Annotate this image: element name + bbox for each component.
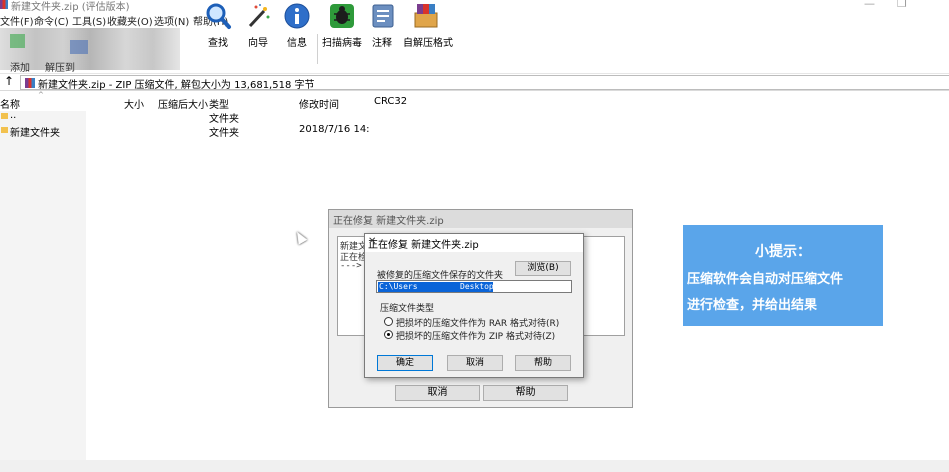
virus-scan-icon — [330, 4, 354, 28]
column-packed-size[interactable]: 压缩后大小 — [158, 96, 208, 111]
menu-file[interactable]: 文件(F) — [0, 13, 34, 28]
ok-button[interactable]: 确定 — [377, 355, 433, 371]
repair-progress-titlebar: 正在修复 新建文件夹.zip — [329, 210, 632, 228]
toolbar-add-label[interactable]: 添加 — [10, 59, 30, 74]
folder-icon — [1, 127, 8, 133]
wizard-icon — [248, 4, 270, 28]
menu-favorites[interactable]: 收藏夹(O) — [107, 13, 153, 28]
menu-bar: 文件(F) 命令(C) 工具(S) 收藏夹(O) 选项(N) 帮助(H) — [0, 12, 949, 28]
archive-path: 新建文件夹.zip - ZIP 压缩文件, 解包大小为 13,681,518 字… — [38, 80, 315, 91]
wizard-button[interactable]: 向导 — [243, 2, 273, 49]
cancel-button[interactable]: 取消 — [447, 355, 503, 371]
tip-overlay: 小提示： 压缩软件会自动对压缩文件 进行检查，并给出结果 — [683, 225, 883, 326]
info-button[interactable]: 信息 — [282, 2, 312, 49]
comment-button[interactable]: 注释 — [369, 2, 395, 49]
path-selection: C:\Users Desktop — [378, 282, 494, 292]
up-arrow-icon[interactable]: ↑ — [4, 74, 14, 88]
list-item[interactable]: .. 文件夹 — [0, 110, 949, 125]
sfx-icon — [414, 4, 438, 28]
menu-tools[interactable]: 工具(S) — [72, 13, 106, 28]
tip-title: 小提示： — [755, 244, 811, 260]
toolbar-separator — [317, 34, 318, 64]
blurred-extract-icon — [70, 40, 88, 54]
status-bar — [0, 460, 949, 472]
zip-archive-icon — [25, 78, 35, 88]
find-button[interactable]: 查找 — [203, 2, 233, 49]
folder-up-icon — [1, 113, 8, 119]
sort-arrow-icon: ^ — [38, 91, 44, 99]
repair-dialog: 正在修复 新建文件夹.zip ✕ 被修复的压缩文件保存的文件夹 浏览(B) C:… — [364, 233, 584, 378]
restore-icon[interactable]: ❐ — [897, 0, 907, 10]
blurred-add-icon — [10, 34, 25, 48]
list-item[interactable]: 新建文件夹 文件夹 2018/7/16 14: — [0, 124, 949, 139]
comment-icon — [372, 4, 394, 28]
path-box[interactable]: 新建文件夹.zip - ZIP 压缩文件, 解包大小为 13,681,518 字… — [20, 75, 949, 91]
column-size[interactable]: 大小 — [124, 96, 144, 111]
mouse-cursor-icon — [292, 229, 308, 245]
column-name[interactable]: 名称 — [0, 96, 20, 111]
help-button[interactable]: 帮助 — [515, 355, 571, 371]
progress-cancel-button[interactable]: 取消 — [395, 385, 480, 401]
menu-commands[interactable]: 命令(C) — [34, 13, 69, 28]
archive-type-label: 压缩文件类型 — [380, 304, 435, 314]
browse-button[interactable]: 浏览(B) — [515, 261, 571, 276]
left-pane — [0, 111, 86, 472]
zip-radio[interactable] — [384, 330, 393, 339]
menu-options[interactable]: 选项(N) — [154, 13, 189, 28]
file-list-header: ^ 名称 大小 压缩后大小 类型 修改时间 CRC32 — [0, 91, 949, 111]
column-type[interactable]: 类型 — [209, 96, 229, 111]
repair-dialog-titlebar: 正在修复 新建文件夹.zip ✕ — [365, 234, 583, 252]
tip-line-2: 进行检查，并给出结果 — [687, 298, 818, 313]
winrar-app-icon — [0, 0, 8, 9]
title-bar: 新建文件夹.zip (评估版本) — ❐ — [0, 0, 949, 13]
save-folder-input[interactable]: C:\Users Desktop — [376, 280, 572, 293]
column-modified[interactable]: 修改时间 — [299, 96, 339, 111]
toolbar-extract-label[interactable]: 解压到 — [45, 59, 75, 74]
zip-option-label[interactable]: 把损坏的压缩文件作为 ZIP 格式对待(Z) — [396, 329, 555, 342]
address-bar: ↑ 新建文件夹.zip - ZIP 压缩文件, 解包大小为 13,681,518… — [0, 74, 949, 91]
rar-option-label[interactable]: 把损坏的压缩文件作为 RAR 格式对待(R) — [396, 316, 559, 329]
sfx-button[interactable]: 自解压格式 — [403, 2, 453, 49]
virus-scan-button[interactable]: 扫描病毒 — [322, 2, 362, 49]
tip-line-1: 压缩软件会自动对压缩文件 — [687, 272, 844, 287]
find-icon — [206, 3, 231, 29]
close-icon[interactable]: ✕ — [368, 236, 577, 247]
minimize-icon[interactable]: — — [864, 0, 875, 10]
info-icon — [284, 3, 310, 29]
column-crc32[interactable]: CRC32 — [374, 96, 407, 107]
progress-help-button[interactable]: 帮助 — [483, 385, 568, 401]
rar-radio[interactable] — [384, 317, 393, 326]
